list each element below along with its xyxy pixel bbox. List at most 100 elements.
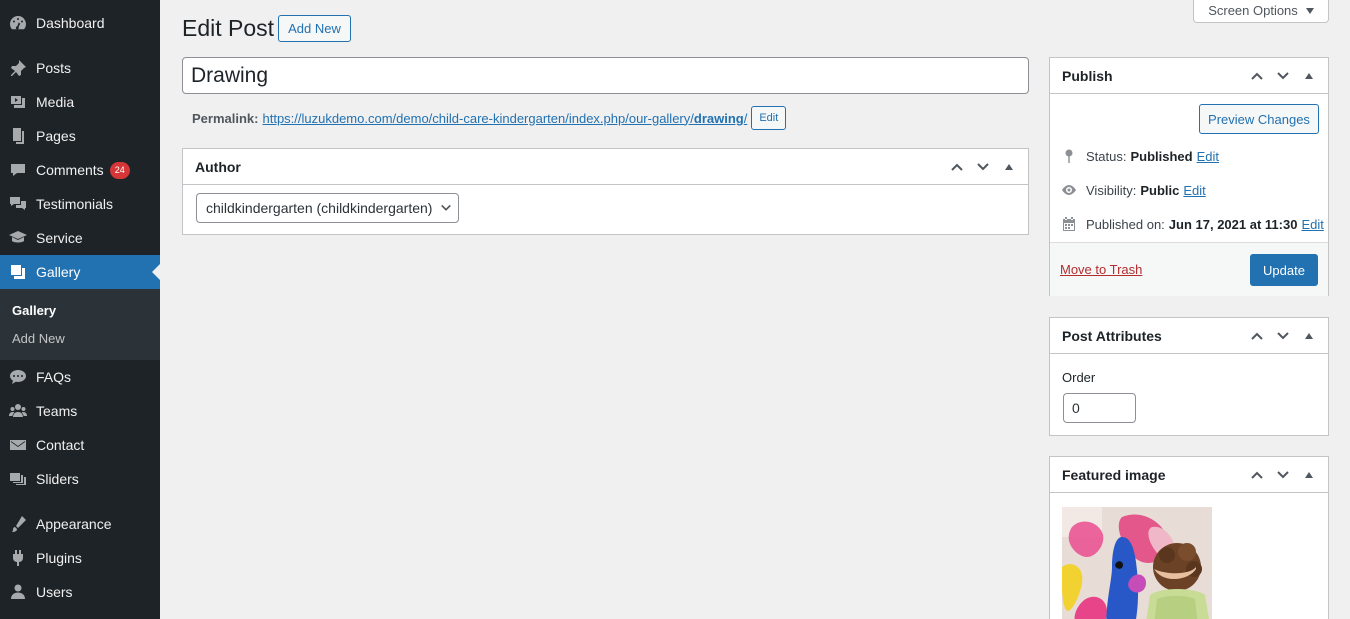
menu-item-posts[interactable]: Posts [0, 51, 160, 85]
menu-item-comments[interactable]: Comments 24 [0, 153, 160, 187]
toggle-panel-icon[interactable] [998, 149, 1020, 185]
published-value: Jun 17, 2021 at 11:30 [1168, 216, 1298, 232]
pin-icon [0, 58, 36, 78]
move-down-icon[interactable] [1272, 457, 1294, 493]
dashboard-icon [0, 13, 36, 33]
contact-icon [0, 435, 36, 455]
submenu-item-add-new[interactable]: Add New [12, 331, 65, 346]
plugins-icon [0, 548, 36, 568]
menu-label: Posts [36, 60, 72, 76]
gallery-submenu: Gallery Add New [0, 289, 160, 360]
faq-icon [0, 367, 36, 387]
menu-item-contact[interactable]: Contact [0, 428, 160, 462]
status-label: Status: [1086, 148, 1127, 164]
move-up-icon[interactable] [1246, 58, 1268, 94]
caret-down-icon [1305, 7, 1314, 14]
visibility-label: Visibility: [1086, 182, 1137, 198]
menu-item-appearance[interactable]: Appearance [0, 507, 160, 541]
comments-icon [0, 160, 36, 180]
menu-item-dashboard[interactable]: Dashboard [0, 6, 160, 40]
permalink-edit-button[interactable]: Edit [751, 106, 787, 130]
permalink-link[interactable]: https://luzukdemo.com/demo/child-care-ki… [262, 111, 747, 126]
move-up-icon[interactable] [1246, 318, 1268, 354]
calendar-icon [1060, 215, 1078, 233]
update-button[interactable]: Update [1250, 254, 1318, 286]
permalink-row: Permalink: https://luzukdemo.com/demo/ch… [192, 106, 787, 130]
move-down-icon[interactable] [1272, 318, 1294, 354]
toggle-panel-icon[interactable] [1298, 58, 1320, 94]
screen-options-button[interactable]: Screen Options [1193, 0, 1329, 23]
edit-status-link[interactable]: Edit [1197, 149, 1219, 164]
published-label: Published on: [1086, 216, 1165, 232]
author-selected-value: childkindergarten (childkindergarten) [206, 200, 433, 216]
post-attributes-postbox: Post Attributes Order [1049, 317, 1329, 436]
service-icon [0, 228, 36, 248]
menu-item-pages[interactable]: Pages [0, 119, 160, 153]
teams-icon [0, 401, 36, 421]
gallery-icon [0, 262, 36, 282]
edit-date-link[interactable]: Edit [1301, 217, 1323, 232]
publish-postbox: Publish Preview Changes Status: Publishe… [1049, 57, 1329, 296]
move-up-icon[interactable] [1246, 457, 1268, 493]
media-icon [0, 92, 36, 112]
move-to-trash-link[interactable]: Move to Trash [1060, 262, 1142, 277]
author-postbox-title: Author [195, 158, 241, 175]
toggle-panel-icon[interactable] [1298, 457, 1320, 493]
current-menu-arrow [152, 264, 160, 280]
menu-label: Pages [36, 128, 76, 144]
author-select[interactable]: childkindergarten (childkindergarten) [196, 193, 459, 223]
menu-label: Comments [36, 162, 104, 178]
menu-label: Contact [36, 437, 85, 453]
menu-item-users[interactable]: Users [0, 575, 160, 609]
menu-item-teams[interactable]: Teams [0, 394, 160, 428]
author-postbox-header: Author [183, 149, 1028, 185]
post-attributes-header: Post Attributes [1050, 318, 1328, 354]
featured-image-header: Featured image [1050, 457, 1328, 493]
menu-item-sliders[interactable]: Sliders [0, 462, 160, 496]
menu-item-testimonials[interactable]: Testimonials [0, 187, 160, 221]
published-on-row: Published on: Jun 17, 2021 at 11:30 Edit [1060, 215, 1324, 233]
add-new-button[interactable]: Add New [278, 15, 351, 42]
pin-icon [1060, 147, 1078, 165]
menu-item-plugins[interactable]: Plugins [0, 541, 160, 575]
menu-item-faqs[interactable]: FAQs [0, 360, 160, 394]
move-down-icon[interactable] [972, 149, 994, 185]
permalink-base: https://luzukdemo.com/demo/child-care-ki… [262, 110, 694, 126]
menu-label: Testimonials [36, 196, 114, 212]
menu-label: Teams [36, 403, 78, 419]
status-value: Published [1130, 148, 1193, 164]
menu-item-service[interactable]: Service [0, 221, 160, 255]
menu-label: Plugins [36, 550, 82, 566]
featured-image-thumbnail[interactable] [1062, 507, 1212, 619]
visibility-value: Public [1140, 182, 1180, 198]
menu-item-gallery[interactable]: Gallery [0, 255, 160, 289]
permalink-label: Permalink: [192, 110, 259, 126]
edit-visibility-link[interactable]: Edit [1183, 183, 1205, 198]
menu-label: Media [36, 94, 75, 110]
post-title-input[interactable] [182, 57, 1029, 94]
menu-label: Service [36, 230, 83, 246]
permalink-trailing: / [743, 110, 748, 126]
featured-image-postbox: Featured image [1049, 456, 1329, 619]
submenu-item-gallery[interactable]: Gallery [12, 303, 56, 318]
menu-label: FAQs [36, 369, 72, 385]
menu-label: Users [36, 584, 73, 600]
users-icon [0, 582, 36, 602]
publish-postbox-header: Publish [1050, 58, 1328, 94]
screen-options-label: Screen Options [1208, 3, 1298, 18]
status-row: Status: Published Edit [1060, 147, 1219, 165]
menu-item-media[interactable]: Media [0, 85, 160, 119]
chevron-down-icon [441, 204, 451, 211]
appearance-icon [0, 514, 36, 534]
publish-postbox-title: Publish [1062, 67, 1113, 84]
preview-changes-button[interactable]: Preview Changes [1199, 104, 1319, 134]
publish-actions: Move to Trash Update [1050, 242, 1328, 296]
move-down-icon[interactable] [1272, 58, 1294, 94]
menu-label: Gallery [36, 264, 81, 280]
toggle-panel-icon[interactable] [1298, 318, 1320, 354]
order-input[interactable] [1063, 393, 1136, 423]
featured-image-title: Featured image [1062, 466, 1166, 483]
move-up-icon[interactable] [946, 149, 968, 185]
menu-label: Appearance [36, 516, 112, 532]
author-postbox: Author childkindergarten (childkindergar… [182, 148, 1029, 235]
